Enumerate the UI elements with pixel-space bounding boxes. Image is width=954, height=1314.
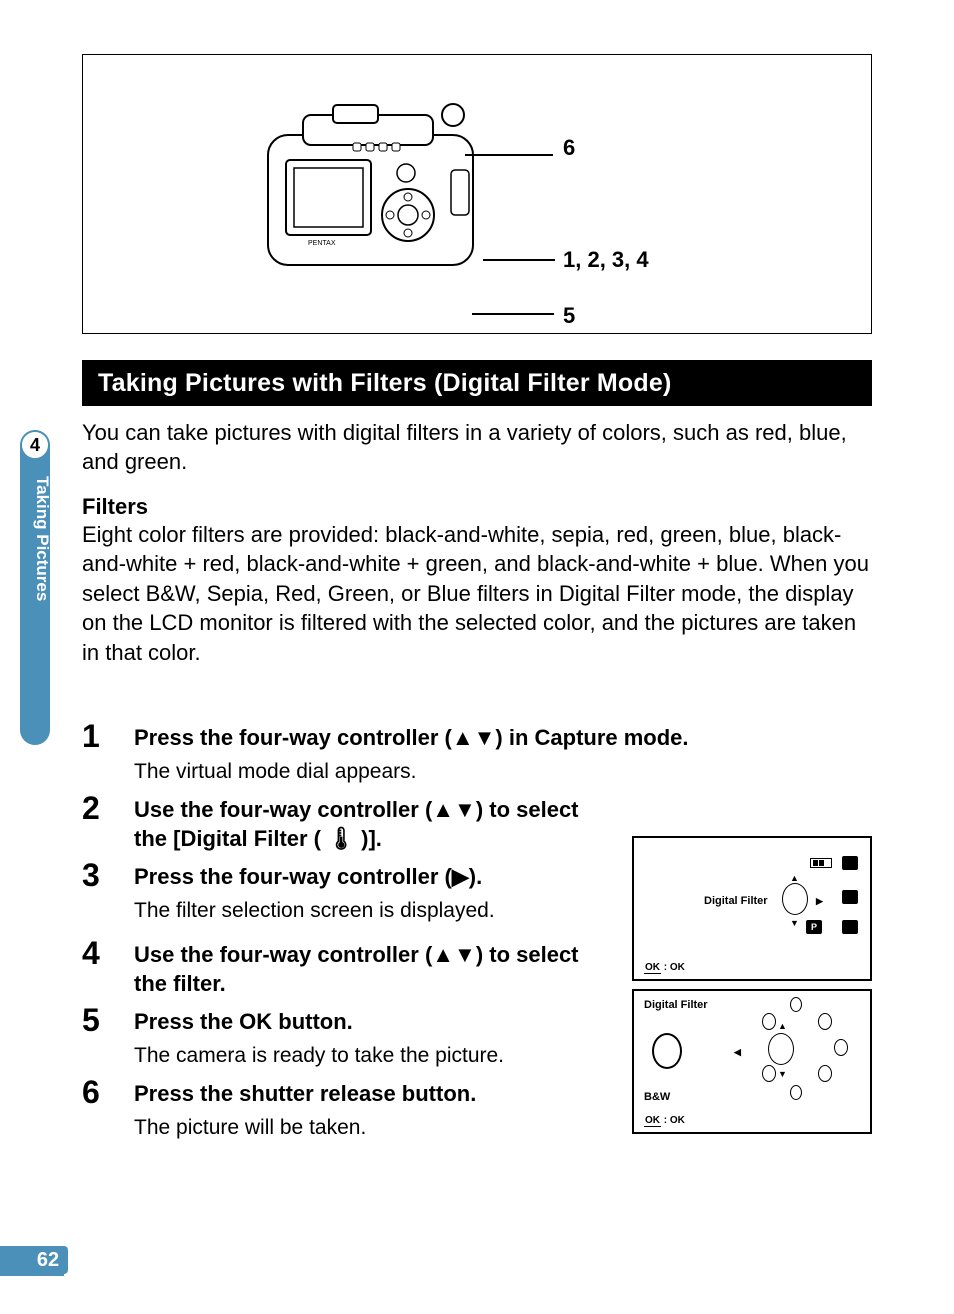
camera-diagram: PENTAX 6 1, 2, 3, 4 5 bbox=[82, 54, 872, 334]
step-number: 6 bbox=[82, 1076, 134, 1142]
step-number: 3 bbox=[82, 859, 134, 925]
step-desc: The camera is ready to take the picture. bbox=[134, 1041, 612, 1070]
section-heading: Taking Pictures with Filters (Digital Fi… bbox=[82, 360, 872, 406]
mode-icon bbox=[842, 920, 858, 934]
callout-5: 5 bbox=[563, 303, 575, 329]
step-number: 5 bbox=[82, 1004, 134, 1070]
step-title: Use the four-way controller (▲▼) to sele… bbox=[134, 792, 612, 853]
callout-6: 6 bbox=[563, 135, 575, 161]
step-title: Press the four-way controller (▲▼) in Ca… bbox=[134, 720, 872, 753]
callout-line bbox=[465, 154, 553, 156]
lcd2-heading: Digital Filter bbox=[644, 999, 708, 1011]
callout-line bbox=[472, 313, 554, 315]
lcd-screen-2: Digital Filter ▲ ◀ ▼ B&W OK : OK bbox=[632, 989, 872, 1134]
svg-text:PENTAX: PENTAX bbox=[308, 240, 336, 247]
step-number: 4 bbox=[82, 937, 134, 998]
step-title: Use the four-way controller (▲▼) to sele… bbox=[134, 937, 612, 998]
camera-illustration: PENTAX bbox=[258, 85, 498, 285]
lcd1-label: Digital Filter bbox=[704, 895, 768, 907]
filter-icon bbox=[818, 1065, 832, 1082]
callout-line bbox=[483, 259, 555, 261]
step-title: Press the OK button. bbox=[134, 1004, 612, 1037]
step-number: 2 bbox=[82, 792, 134, 853]
step-title: Press the four-way controller (▶). bbox=[134, 859, 612, 892]
filters-heading: Filters bbox=[82, 494, 872, 520]
filter-icon bbox=[818, 1013, 832, 1030]
step-desc: The filter selection screen is displayed… bbox=[134, 896, 612, 925]
filter-icon bbox=[782, 883, 808, 915]
filter-icon bbox=[834, 1039, 848, 1056]
intro-text: You can take pictures with digital filte… bbox=[82, 418, 872, 476]
chapter-side-tab: 4 Taking Pictures bbox=[0, 430, 55, 770]
battery-icon bbox=[810, 858, 832, 868]
step-desc: The virtual mode dial appears. bbox=[134, 757, 872, 786]
filters-body: Eight color filters are provided: black-… bbox=[82, 520, 872, 667]
lcd-illustrations: Digital Filter ▲ ▶ ▼ P OK : OK Digital F… bbox=[632, 836, 872, 1142]
selected-filter-icon bbox=[652, 1033, 682, 1069]
step-1: 1 Press the four-way controller (▲▼) in … bbox=[82, 720, 872, 786]
mode-icon bbox=[842, 856, 858, 870]
section-heading-text: Taking Pictures with Filters (Digital Fi… bbox=[98, 369, 672, 398]
page-number: 62 bbox=[28, 1246, 68, 1274]
chapter-label: Taking Pictures bbox=[18, 476, 52, 601]
filter-icon bbox=[762, 1065, 776, 1082]
ok-confirm: OK : OK bbox=[644, 1115, 685, 1126]
lcd-screen-1: Digital Filter ▲ ▶ ▼ P OK : OK bbox=[632, 836, 872, 981]
chapter-number: 4 bbox=[30, 435, 40, 456]
filters-section: Filters Eight color filters are provided… bbox=[82, 494, 872, 667]
ok-confirm: OK : OK bbox=[644, 962, 685, 973]
filter-icon bbox=[768, 1033, 794, 1065]
p-mode-icon: P bbox=[806, 920, 822, 934]
lcd2-filter-name: B&W bbox=[644, 1091, 670, 1103]
mode-icon bbox=[842, 890, 858, 904]
filter-icon bbox=[790, 997, 802, 1012]
step-number: 1 bbox=[82, 720, 134, 786]
filter-icon bbox=[790, 1085, 802, 1100]
filter-icon bbox=[762, 1013, 776, 1030]
chapter-number-circle: 4 bbox=[20, 430, 50, 460]
callout-1234: 1, 2, 3, 4 bbox=[563, 247, 649, 273]
